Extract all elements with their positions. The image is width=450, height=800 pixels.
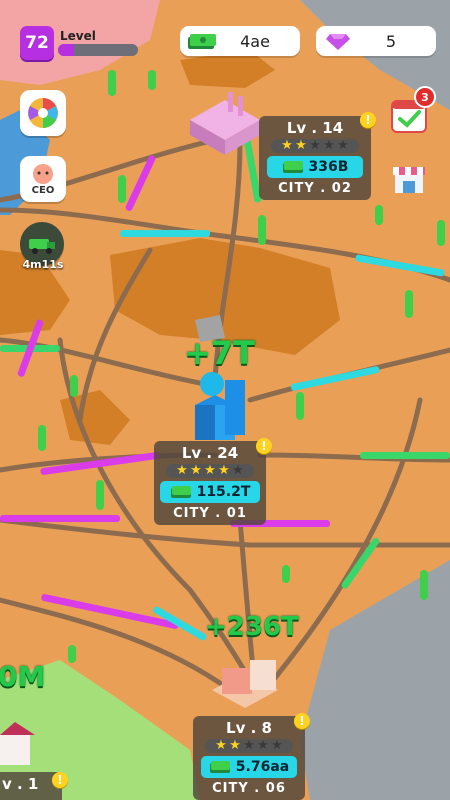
shop-button[interactable]	[386, 154, 432, 200]
star-icon: ★	[295, 138, 307, 153]
cash-counter[interactable]: 4ae	[180, 26, 300, 56]
star-icon: ★	[243, 738, 255, 753]
city-01-name: CITY . 01	[173, 506, 247, 521]
ceo-button[interactable]: CEO	[20, 156, 66, 202]
city-06-stars: ★ ★ ★ ★ ★	[205, 739, 293, 753]
city-02-income-value: 336B	[308, 159, 349, 175]
city-06-income: 5.76aa	[201, 756, 297, 778]
city-06-card[interactable]: Lv . 8 ★ ★ ★ ★ ★ 5.76aa CITY . 06	[193, 716, 305, 800]
city-02-card[interactable]: Lv . 14 ★ ★ ★ ★ ★ 336B CITY . 02	[259, 116, 371, 200]
city-01-stars: ★ ★ ★ ★ ★	[166, 464, 254, 478]
city-01-info-icon[interactable]: !	[256, 438, 272, 454]
cash-value: 4ae	[240, 31, 270, 51]
game-map[interactable]	[0, 0, 450, 800]
city-06-name: CITY . 06	[212, 781, 286, 796]
city-02-info-icon[interactable]: !	[360, 112, 376, 128]
star-icon: ★	[271, 738, 283, 753]
star-icon: ★	[218, 463, 230, 478]
level-progress-fill	[58, 44, 74, 56]
city-west-info-icon[interactable]: !	[52, 772, 68, 788]
star-icon: ★	[257, 738, 269, 753]
star-icon: ★	[229, 738, 241, 753]
player-level-badge[interactable]: 72	[20, 26, 54, 60]
city-06-info-icon[interactable]: !	[294, 713, 310, 729]
city-02-stars: ★ ★ ★ ★ ★	[271, 139, 359, 153]
gem-counter[interactable]: 5	[316, 26, 436, 56]
income-gain-text: +7T	[184, 334, 255, 372]
star-icon: ★	[190, 463, 202, 478]
ceo-label: CEO	[31, 184, 55, 196]
city-01-card[interactable]: Lv . 24 ★ ★ ★ ★ ★ 115.2T CITY . 01	[154, 441, 266, 525]
color-wheel-icon	[28, 98, 58, 128]
cash-stack-icon	[209, 761, 230, 773]
star-icon: ★	[204, 463, 216, 478]
city-01-income-value: 115.2T	[196, 484, 251, 500]
city-06-income-value: 5.76aa	[235, 759, 290, 775]
income-gain-text: 0M	[0, 660, 46, 693]
star-icon: ★	[337, 138, 349, 153]
city-02-name: CITY . 02	[278, 181, 352, 196]
star-icon: ★	[176, 463, 188, 478]
diamond-icon	[326, 34, 350, 50]
city-02-income: 336B	[267, 156, 363, 178]
boost-timer: 4m11s	[22, 258, 64, 271]
star-icon: ★	[232, 463, 244, 478]
gem-value: 5	[385, 31, 397, 51]
daily-calendar-button[interactable]: 3	[386, 86, 436, 138]
calendar-notification-badge: 3	[414, 86, 436, 108]
star-icon: ★	[281, 138, 293, 153]
city-06-level: Lv . 8	[226, 719, 272, 737]
cash-stack-icon	[188, 34, 216, 49]
income-gain-text: +236T	[205, 612, 299, 642]
city-01-level: Lv . 24	[181, 444, 239, 462]
level-progress-bar	[58, 44, 138, 56]
lucky-wheel-button[interactable]	[20, 90, 66, 136]
star-icon: ★	[215, 738, 227, 753]
star-icon: ★	[309, 138, 321, 153]
level-label: Level	[60, 29, 96, 43]
cash-stack-icon	[282, 161, 303, 173]
star-icon: ★	[323, 138, 335, 153]
ceo-avatar-icon	[33, 163, 53, 184]
money-truck-icon	[29, 239, 55, 254]
city-02-level: Lv . 14	[286, 119, 344, 137]
shop-icon	[393, 167, 425, 193]
cash-stack-icon	[170, 486, 191, 498]
city-01-towers[interactable]	[195, 372, 245, 440]
city-01-income: 115.2T	[160, 481, 260, 503]
